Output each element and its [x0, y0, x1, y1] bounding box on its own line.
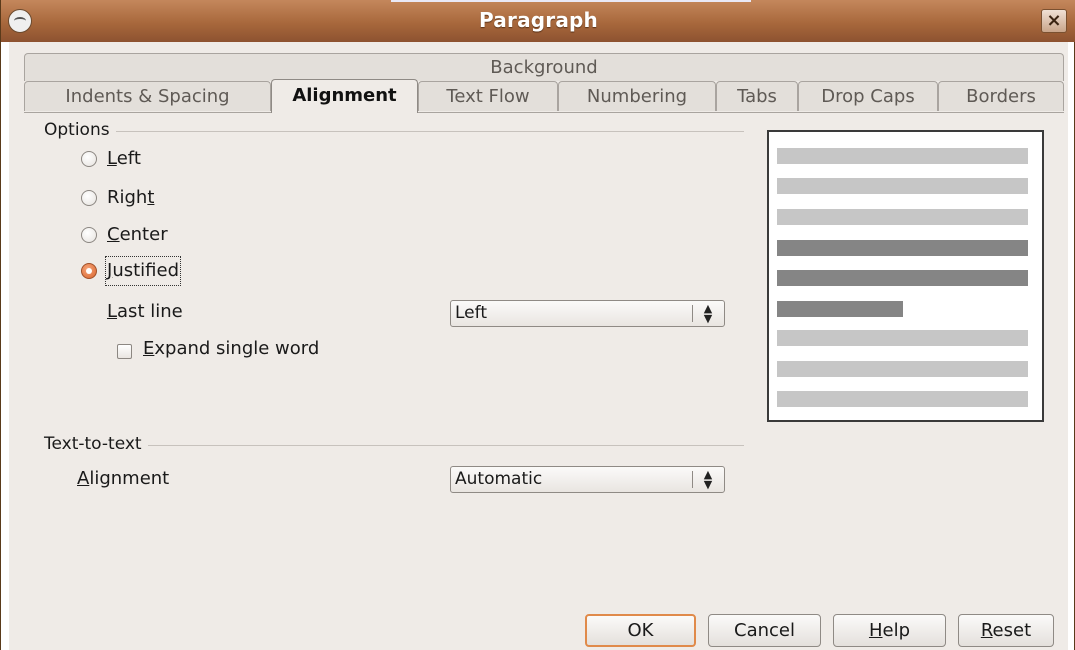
preview-line [777, 178, 1028, 194]
text-alignment-value: Automatic [455, 469, 543, 489]
preview-line [777, 148, 1028, 164]
radio-center-label[interactable]: Center [107, 222, 168, 248]
cancel-button[interactable]: Cancel [708, 614, 821, 647]
radio-left-button[interactable] [81, 151, 97, 167]
title-bar-highlight [391, 0, 751, 2]
preview-line-current [777, 240, 1028, 256]
updown-arrows-icon: ▲ ▼ [703, 468, 713, 491]
close-button[interactable]: × [1041, 9, 1067, 33]
last-line-select[interactable]: Left ▲ ▼ [450, 300, 725, 327]
tab-alignment[interactable]: Alignment [271, 79, 418, 113]
radio-center-button[interactable] [81, 227, 97, 243]
reset-button[interactable]: Reset [958, 614, 1054, 647]
updown-arrows-icon: ▲ ▼ [703, 302, 713, 325]
tab-text-flow[interactable]: Text Flow [418, 81, 558, 111]
radio-justified-label[interactable]: Justified [105, 256, 181, 286]
preview-line [777, 361, 1028, 377]
help-button[interactable]: Help [833, 614, 946, 647]
expand-single-word-label[interactable]: Expand single word [143, 338, 319, 359]
preview-line-current-last [777, 301, 903, 317]
expand-single-word-checkbox[interactable] [117, 344, 132, 359]
tab-tabs[interactable]: Tabs [716, 81, 798, 111]
text-to-text-group-title: Text-to-text [44, 434, 148, 454]
tab-indents-spacing[interactable]: Indents & Spacing [24, 81, 271, 111]
tab-numbering[interactable]: Numbering [558, 81, 716, 111]
select-separator [692, 305, 693, 322]
tab-background[interactable]: Background [24, 53, 1064, 81]
preview-line [777, 330, 1028, 346]
radio-left-label[interactable]: Left [107, 146, 141, 172]
window-title: Paragraph [478, 8, 598, 32]
text-to-text-separator [44, 445, 744, 446]
preview-line [777, 391, 1028, 407]
tab-drop-caps[interactable]: Drop Caps [798, 81, 938, 111]
preview-line [777, 209, 1028, 225]
last-line-value: Left [455, 303, 487, 323]
options-separator [44, 131, 744, 132]
dialog-body: Background Indents & Spacing Alignment T… [9, 42, 1068, 650]
radio-right-label[interactable]: Right [107, 185, 154, 211]
text-alignment-select[interactable]: Automatic ▲ ▼ [450, 466, 725, 493]
ok-button[interactable]: OK [585, 614, 696, 647]
tab-borders[interactable]: Borders [938, 81, 1064, 111]
paragraph-dialog: Paragraph × Background Indents & Spacing… [0, 0, 1075, 650]
alignment-preview [767, 130, 1044, 422]
radio-right-button[interactable] [81, 190, 97, 206]
select-separator [692, 471, 693, 488]
last-line-label: Last line [107, 301, 183, 322]
options-group-title: Options [44, 120, 116, 140]
preview-line-current [777, 270, 1028, 286]
title-bar[interactable]: Paragraph × [1, 0, 1075, 42]
text-alignment-label: Alignment [77, 468, 170, 489]
radio-justified-button[interactable] [81, 263, 97, 279]
